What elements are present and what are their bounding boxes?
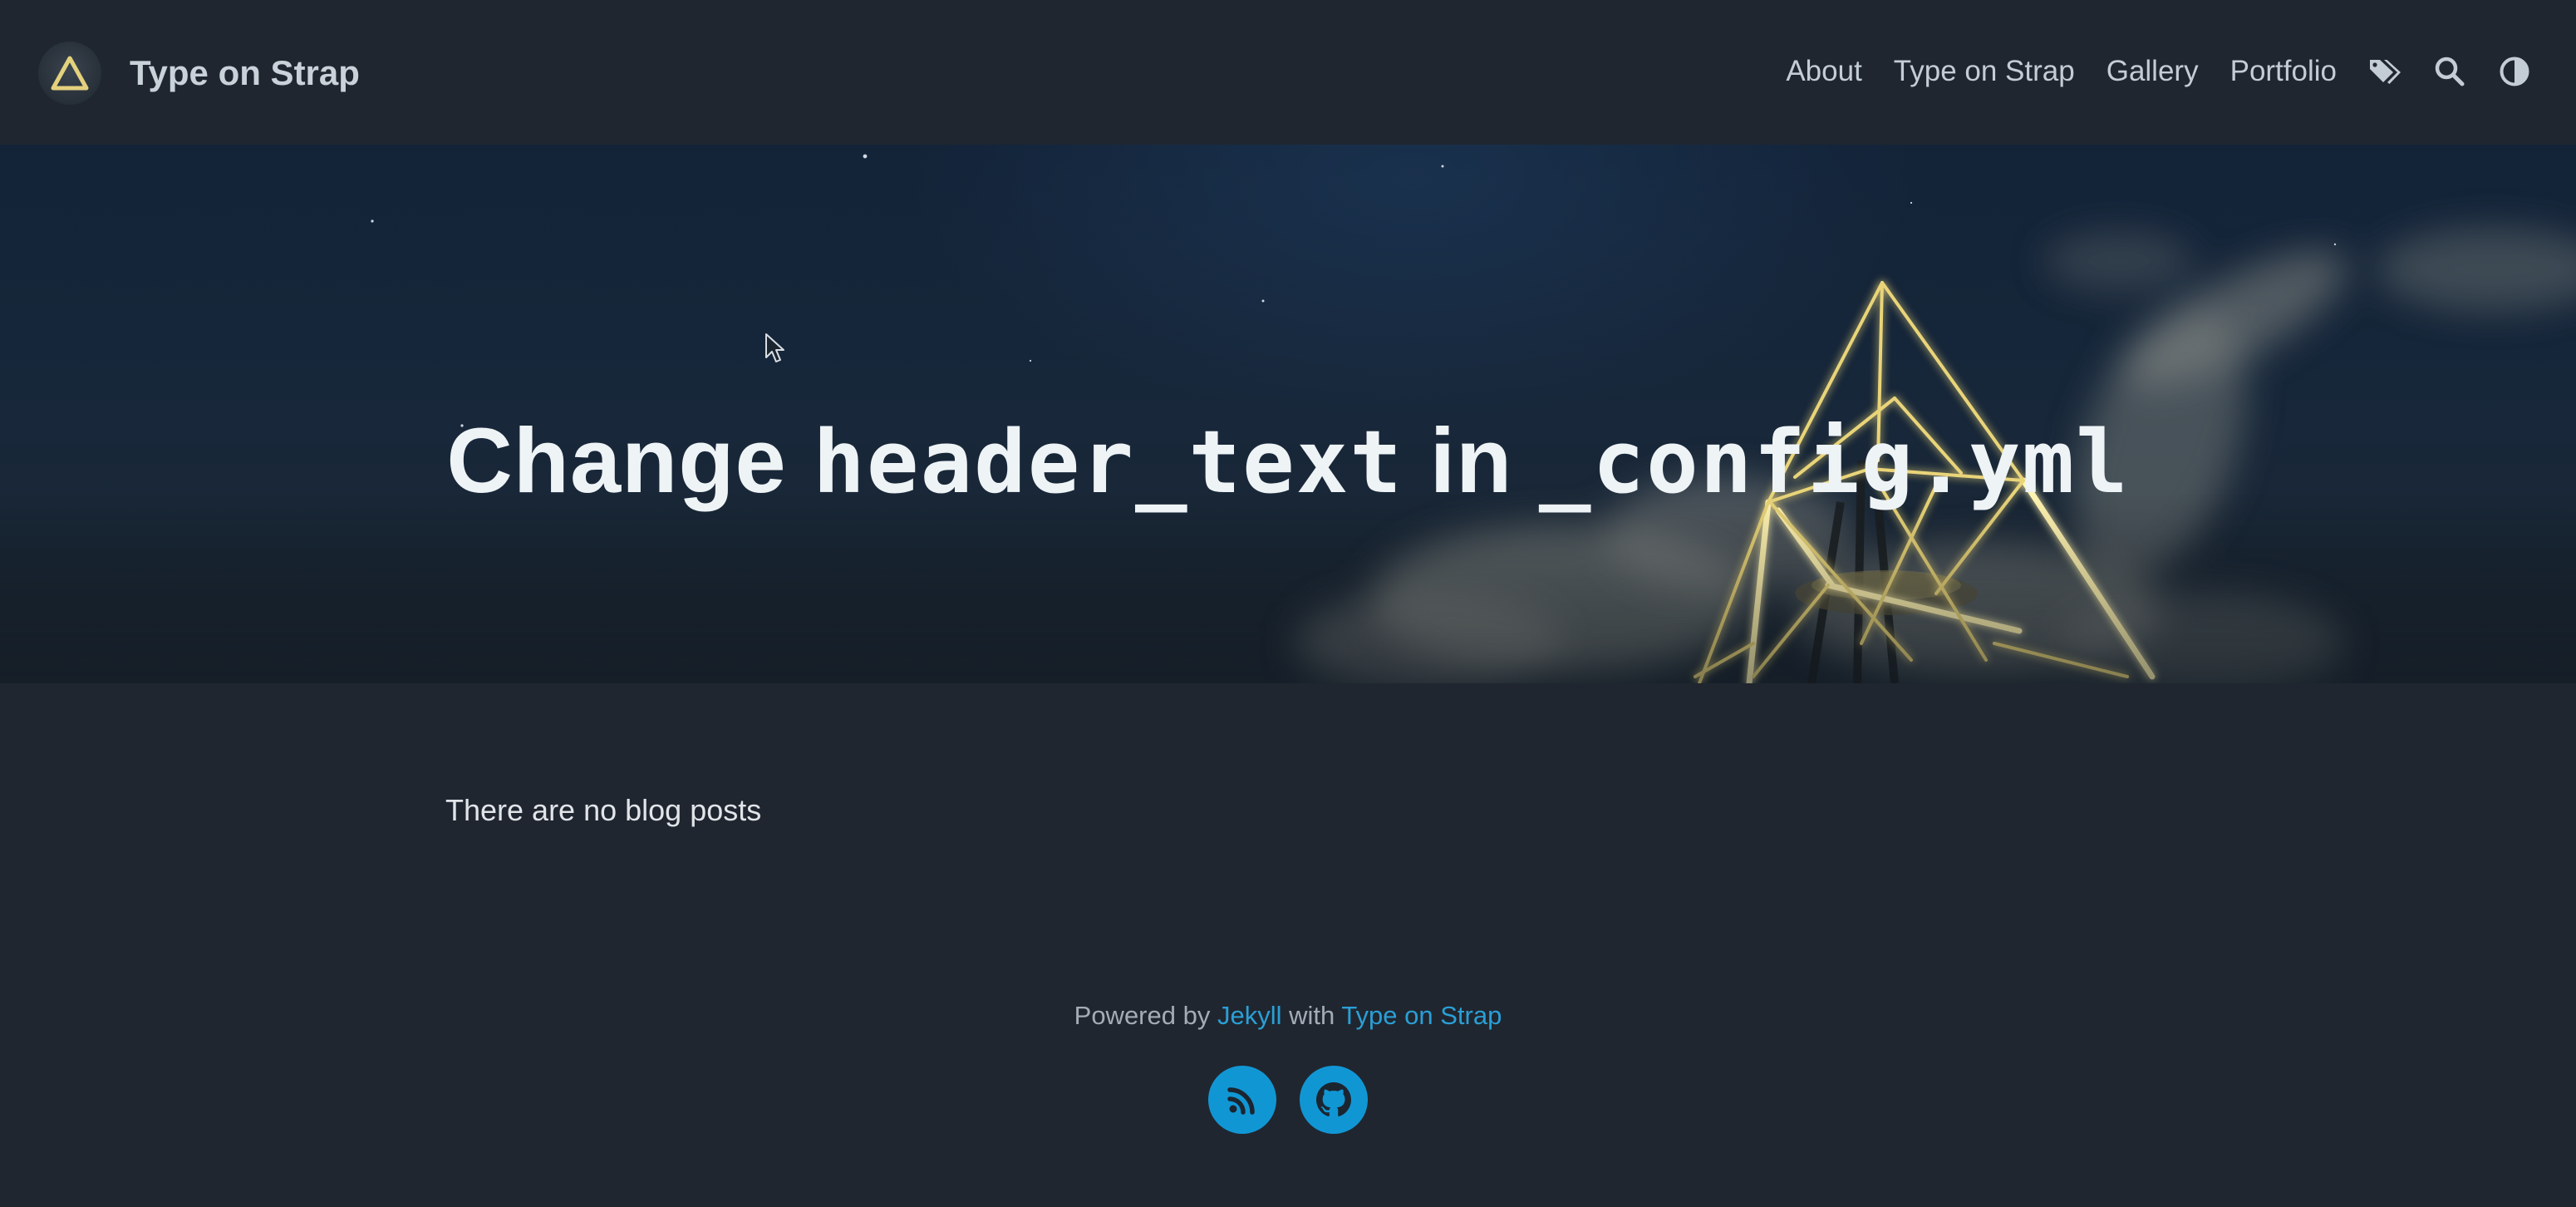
- no-posts-message: There are no blog posts: [445, 793, 762, 827]
- mouse-cursor-icon: [765, 333, 784, 362]
- tags-icon[interactable]: [2368, 55, 2401, 88]
- hero-title-mid: in: [1429, 409, 1513, 512]
- social-links: [0, 1066, 2576, 1134]
- nav-link-about[interactable]: About: [1786, 55, 1861, 88]
- main-nav: About Type on Strap Gallery Portfolio: [1754, 48, 2531, 95]
- rss-button[interactable]: [1208, 1066, 1276, 1134]
- hero-title: Change header_text in _config.yml: [0, 415, 2576, 507]
- site-brand[interactable]: Type on Strap: [38, 42, 360, 105]
- hero-title-code-header-text: header_text: [813, 411, 1404, 513]
- nav-link-gallery[interactable]: Gallery: [2107, 55, 2199, 88]
- hero-banner: Change header_text in _config.yml: [0, 145, 2576, 683]
- site-title: Type on Strap: [130, 53, 360, 92]
- github-icon: [1316, 1082, 1351, 1116]
- triangle-logo-icon: [38, 42, 101, 105]
- nav-link-type-on-strap[interactable]: Type on Strap: [1894, 55, 2075, 88]
- type-on-strap-link[interactable]: Type on Strap: [1341, 1001, 1502, 1030]
- rss-icon: [1227, 1087, 1255, 1115]
- search-icon[interactable]: [2433, 55, 2466, 88]
- footer-credits: Powered by Jekyll with Type on Strap: [0, 1001, 2576, 1031]
- hero-title-code-config: _config.yml: [1538, 411, 2130, 513]
- footer-with: with: [1289, 1001, 1335, 1030]
- github-button[interactable]: [1300, 1066, 1368, 1134]
- nav-link-portfolio[interactable]: Portfolio: [2230, 55, 2337, 88]
- hero-title-prefix: Change: [446, 409, 787, 512]
- site-header: Type on Strap About Type on Strap Galler…: [0, 0, 2576, 145]
- footer-powered-by: Powered by: [1074, 1001, 1211, 1030]
- jekyll-link[interactable]: Jekyll: [1217, 1001, 1282, 1030]
- theme-toggle-icon[interactable]: [2498, 55, 2531, 88]
